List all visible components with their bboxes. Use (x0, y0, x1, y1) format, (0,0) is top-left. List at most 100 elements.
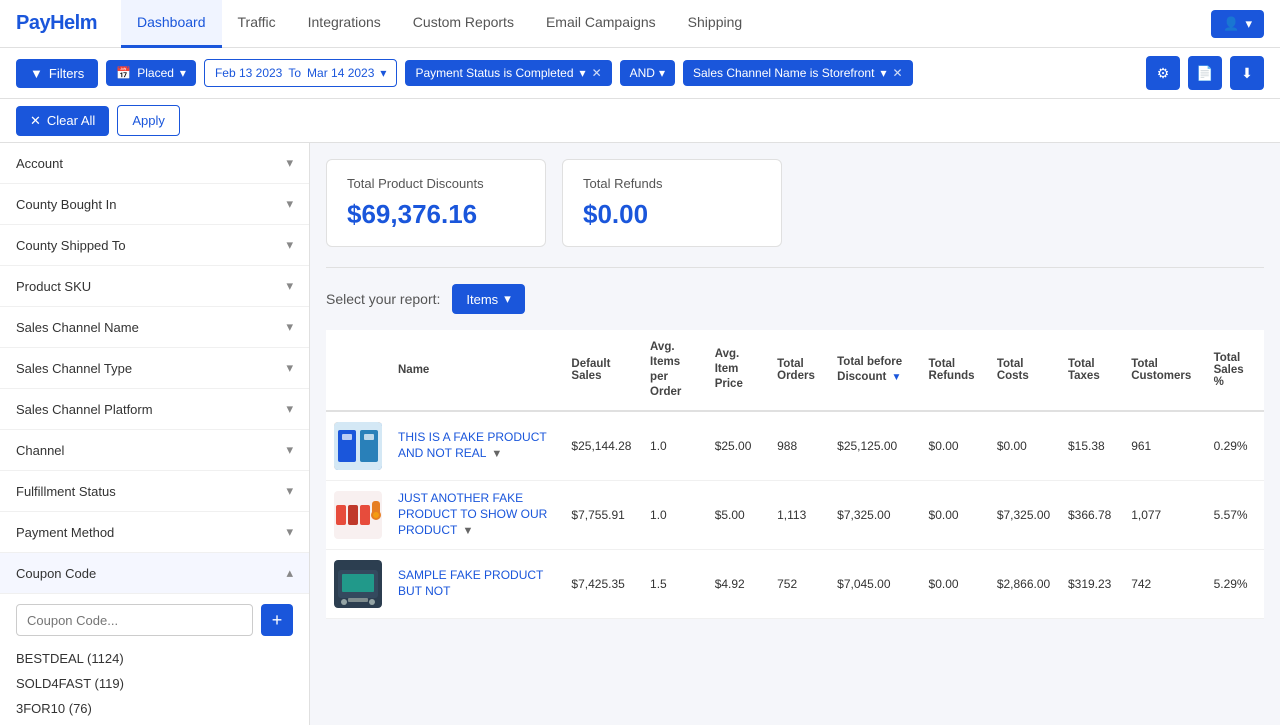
sidebar-item-coupon-code[interactable]: Coupon Code ▴ (0, 553, 309, 594)
nav-item-dashboard[interactable]: Dashboard (121, 0, 222, 48)
chevron-down-icon: ▾ (286, 196, 293, 212)
download-icon-button[interactable]: ⬇ (1230, 56, 1264, 90)
list-item[interactable]: 3FOR10 (76) (16, 696, 293, 721)
product-link[interactable]: SAMPLE FAKE PRODUCT BUT NOT (398, 568, 543, 598)
sidebar-item-sales-channel-platform[interactable]: Sales Channel Platform ▾ (0, 389, 309, 430)
payment-status-filter-pill[interactable]: Payment Status is Completed ▾ ✕ (405, 60, 611, 86)
total-customers-cell: 1,077 (1123, 480, 1205, 549)
total-before-discount-cell: $25,125.00 (829, 411, 920, 481)
total-refunds-label: Total Refunds (583, 176, 761, 191)
total-product-discounts-value: $69,376.16 (347, 199, 525, 230)
total-sales-pct-cell: 0.29% (1206, 411, 1264, 481)
summary-cards: Total Product Discounts $69,376.16 Total… (326, 159, 1264, 247)
sales-channel-filter-pill[interactable]: Sales Channel Name is Storefront ▾ ✕ (683, 60, 913, 86)
chevron-down-icon: ▾ (286, 319, 293, 335)
th-avg-items: Avg. Items per Order (642, 330, 707, 411)
placed-chevron-icon: ▾ (180, 66, 186, 80)
list-item[interactable]: BESTDEAL (1124) (16, 646, 293, 671)
nav-items: Dashboard Traffic Integrations Custom Re… (121, 0, 758, 48)
report-selector-row: Select your report: Items ▾ (326, 284, 1264, 314)
avg-price-cell: $4.92 (707, 549, 769, 618)
sidebar-item-sales-channel-type[interactable]: Sales Channel Type ▾ (0, 348, 309, 389)
chevron-down-icon: ▾ (286, 401, 293, 417)
total-refunds-cell: $0.00 (921, 549, 989, 618)
product-image-cell (326, 480, 390, 549)
th-total-customers: Total Customers (1123, 330, 1205, 411)
total-costs-cell: $7,325.00 (989, 480, 1060, 549)
nav-item-traffic[interactable]: Traffic (222, 0, 292, 48)
user-menu-button[interactable]: 👤 ▾ (1211, 10, 1264, 38)
logo: PayHelm (16, 12, 97, 35)
calendar-icon: 📅 (116, 66, 131, 80)
avg-price-cell: $25.00 (707, 411, 769, 481)
sidebar-item-payment-method[interactable]: Payment Method ▾ (0, 512, 309, 553)
and-pill[interactable]: AND ▾ (620, 60, 675, 86)
filter-bar: ▼ Filters 📅 Placed ▾ Feb 13 2023 To Mar … (0, 48, 1280, 99)
payment-status-delete-icon[interactable]: ✕ (592, 66, 602, 80)
th-name: Name (390, 330, 563, 411)
sidebar-item-channel[interactable]: Channel ▾ (0, 430, 309, 471)
date-chevron-icon: ▾ (380, 66, 386, 80)
table-row: SAMPLE FAKE PRODUCT BUT NOT $7,425.35 1.… (326, 549, 1264, 618)
sidebar-item-county-bought-in[interactable]: County Bought In ▾ (0, 184, 309, 225)
total-orders-cell: 1,113 (769, 480, 829, 549)
total-orders-cell: 988 (769, 411, 829, 481)
settings-icon-button[interactable]: ⚙ (1146, 56, 1180, 90)
total-sales-pct-cell: 5.57% (1206, 480, 1264, 549)
product-name-cell: SAMPLE FAKE PRODUCT BUT NOT (390, 549, 563, 618)
coupon-code-input[interactable] (16, 604, 253, 636)
total-taxes-cell: $15.38 (1060, 411, 1123, 481)
placed-pill[interactable]: 📅 Placed ▾ (106, 60, 196, 86)
main-layout: Account ▾ County Bought In ▾ County Ship… (0, 143, 1280, 725)
date-range-pill[interactable]: Feb 13 2023 To Mar 14 2023 ▾ (204, 59, 398, 87)
export-icon-button[interactable]: 📄 (1188, 56, 1222, 90)
select-report-label: Select your report: (326, 291, 440, 307)
sales-channel-delete-icon[interactable]: ✕ (892, 66, 902, 80)
list-item[interactable]: OFF50 (16) (16, 721, 293, 725)
avg-items-cell: 1.0 (642, 480, 707, 549)
th-total-costs: Total Costs (989, 330, 1060, 411)
sidebar-item-product-sku[interactable]: Product SKU ▾ (0, 266, 309, 307)
coupon-add-button[interactable]: + (261, 604, 293, 636)
chevron-down-icon: ▾ (286, 524, 293, 540)
product-thumbnail (334, 491, 382, 539)
th-total-orders: Total Orders (769, 330, 829, 411)
sidebar-item-sales-channel-name[interactable]: Sales Channel Name ▾ (0, 307, 309, 348)
filters-button[interactable]: ▼ Filters (16, 59, 98, 88)
total-customers-cell: 742 (1123, 549, 1205, 618)
chevron-down-icon: ▾ (286, 360, 293, 376)
total-taxes-cell: $319.23 (1060, 549, 1123, 618)
list-item[interactable]: SOLD4FAST (119) (16, 671, 293, 696)
nav-item-email-campaigns[interactable]: Email Campaigns (530, 0, 672, 48)
sidebar-item-fulfillment-status[interactable]: Fulfillment Status ▾ (0, 471, 309, 512)
th-total-before-discount[interactable]: Total before Discount ▼ (829, 330, 920, 411)
sidebar-item-account[interactable]: Account ▾ (0, 143, 309, 184)
items-dropdown-button[interactable]: Items ▾ (452, 284, 524, 314)
sidebar: Account ▾ County Bought In ▾ County Ship… (0, 143, 310, 725)
data-table: Name Default Sales Avg. Items per Order … (326, 330, 1264, 619)
total-before-discount-cell: $7,045.00 (829, 549, 920, 618)
th-total-sales-pct: Total Sales % (1206, 330, 1264, 411)
product-thumbnail (334, 422, 382, 470)
product-image-cell (326, 549, 390, 618)
content-area: Total Product Discounts $69,376.16 Total… (310, 143, 1280, 725)
total-sales-pct-cell: 5.29% (1206, 549, 1264, 618)
clear-icon: ✕ (30, 113, 41, 129)
chevron-down-icon: ▾ (286, 483, 293, 499)
sidebar-item-county-shipped-to[interactable]: County Shipped To ▾ (0, 225, 309, 266)
apply-button[interactable]: Apply (117, 105, 180, 136)
payment-status-chevron-icon: ▾ (580, 66, 586, 80)
total-costs-cell: $0.00 (989, 411, 1060, 481)
chevron-down-icon: ▾ (286, 278, 293, 294)
product-link[interactable]: THIS IS A FAKE PRODUCT AND NOT REAL (398, 430, 546, 460)
clear-all-button[interactable]: ✕ Clear All (16, 106, 109, 136)
default-sales-cell: $25,144.28 (563, 411, 642, 481)
chevron-up-icon: ▴ (286, 565, 293, 581)
nav-item-integrations[interactable]: Integrations (292, 0, 397, 48)
total-refunds-card: Total Refunds $0.00 (562, 159, 782, 247)
sales-channel-chevron-icon: ▾ (880, 66, 886, 80)
nav-item-custom-reports[interactable]: Custom Reports (397, 0, 530, 48)
user-icon: 👤 (1223, 16, 1239, 32)
filter-icon: ▼ (462, 525, 473, 537)
nav-item-shipping[interactable]: Shipping (672, 0, 759, 48)
